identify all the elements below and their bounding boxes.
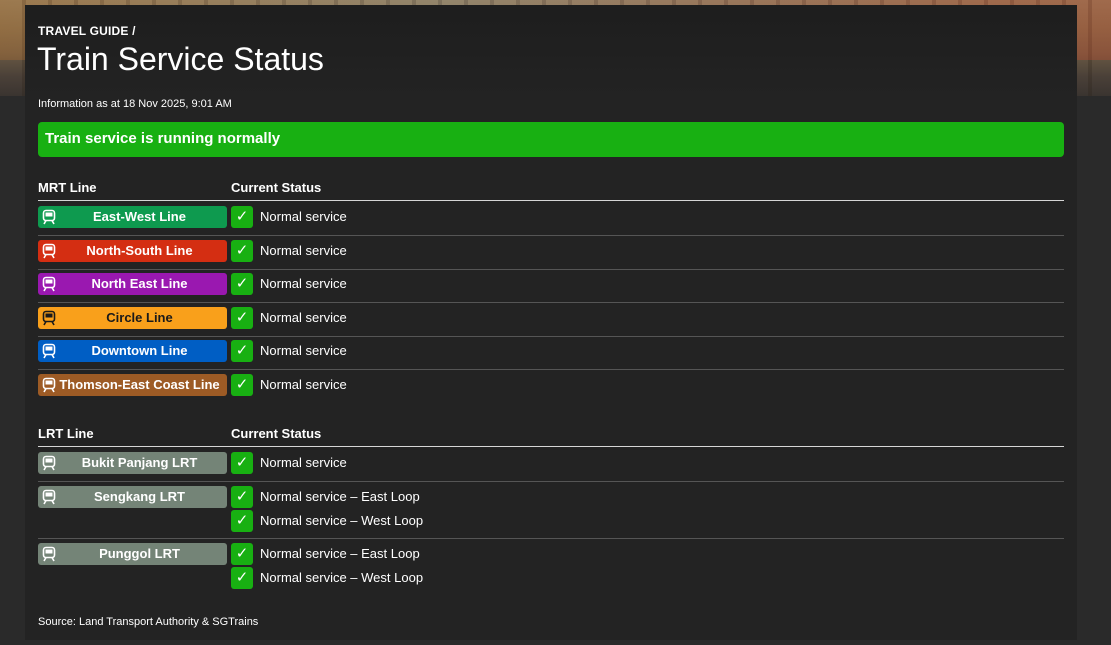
line-name: Bukit Panjang LRT	[81, 455, 198, 470]
mrt-row-east-west-line: East-West Line ✓ Normal service	[38, 202, 1064, 236]
mrt-row-circle-line: Circle Line ✓ Normal service	[38, 303, 1064, 337]
check-icon: ✓	[231, 567, 253, 589]
info-timestamp: Information as at 18 Nov 2025, 9:01 AM	[38, 98, 232, 110]
check-icon: ✓	[231, 273, 253, 295]
lrt-table-header: LRT Line Current Status	[38, 426, 1064, 447]
check-icon: ✓	[231, 510, 253, 532]
status-text: Normal service – West Loop	[260, 513, 424, 528]
line-name: North East Line	[91, 276, 188, 291]
train-icon	[41, 546, 57, 562]
train-icon	[41, 243, 57, 259]
status-text: Normal service	[260, 209, 347, 224]
breadcrumb[interactable]: TRAVEL GUIDE /	[38, 24, 136, 38]
line-name: Thomson-East Coast Line	[59, 376, 220, 392]
line-name: North-South Line	[86, 242, 193, 258]
train-icon	[41, 276, 57, 292]
check-icon: ✓	[231, 452, 253, 474]
status-text: Normal service	[260, 309, 347, 325]
line-badge-bukit-panjang-lrt[interactable]: Bukit Panjang LRT	[38, 452, 227, 474]
page-title: Train Service Status	[37, 41, 324, 77]
line-badge-punggol-lrt[interactable]: Punggol LRT	[38, 543, 227, 565]
check-icon: ✓	[231, 486, 253, 508]
line-badge-north-east-line[interactable]: North East Line	[38, 273, 227, 295]
status-text: Normal service – East Loop	[260, 546, 420, 561]
lrt-row-punggol-lrt: Punggol LRT ✓ Normal service – East Loop ✓ N…	[38, 539, 1064, 596]
train-icon	[41, 343, 57, 359]
line-name: East-West Line	[93, 209, 186, 224]
status-text: Normal service	[260, 242, 347, 258]
mrt-row-north-east-line: North East Line ✓ Normal service	[38, 269, 1064, 303]
line-badge-downtown-line[interactable]: Downtown Line	[38, 340, 227, 362]
check-icon: ✓	[231, 543, 253, 565]
status-panel: TRAVEL GUIDE / Train Service Status Info…	[25, 5, 1077, 640]
line-badge-thomson-east-coast-line[interactable]: Thomson-East Coast Line	[38, 373, 227, 396]
mrt-status-column-header: Current Status	[231, 180, 322, 195]
line-badge-circle-line[interactable]: Circle Line	[38, 306, 227, 329]
check-icon: ✓	[231, 239, 253, 262]
status-text: Normal service	[260, 276, 347, 291]
status-text: Normal service	[260, 343, 347, 358]
lrt-status-column-header: Current Status	[231, 426, 322, 441]
check-icon: ✓	[231, 340, 253, 362]
check-icon: ✓	[231, 373, 253, 396]
line-badge-east-west-line[interactable]: East-West Line	[38, 206, 227, 228]
status-text: Normal service	[260, 455, 347, 470]
train-icon	[41, 310, 57, 326]
mrt-row-downtown-line: Downtown Line ✓ Normal service	[38, 336, 1064, 370]
line-name: Downtown Line	[91, 343, 188, 358]
lrt-row-sengkang-lrt: Sengkang LRT ✓ Normal service – East Loop ✓…	[38, 482, 1064, 539]
line-badge-north-south-line[interactable]: North-South Line	[38, 239, 227, 262]
status-text: Normal service – East Loop	[260, 489, 420, 504]
line-name: Sengkang LRT	[93, 489, 185, 504]
mrt-row-north-south-line: North-South Line ✓ Normal service	[38, 236, 1064, 270]
train-icon	[41, 377, 57, 393]
source-credit: Source: Land Transport Authority & SGTra…	[38, 616, 259, 628]
overall-status-banner: Train service is running normally	[38, 122, 1064, 157]
mrt-row-thomson-east-coast-line: Thomson-East Coast Line ✓ Normal service	[38, 370, 1064, 404]
check-icon: ✓	[231, 206, 253, 228]
train-icon	[41, 209, 57, 225]
mrt-line-column-header: MRT Line	[38, 180, 97, 195]
status-text: Normal service	[260, 376, 347, 392]
status-text: Normal service – West Loop	[260, 570, 424, 585]
lrt-row-bukit-panjang-lrt: Bukit Panjang LRT ✓ Normal service	[38, 448, 1064, 482]
line-name: Circle Line	[106, 309, 173, 325]
lrt-line-column-header: LRT Line	[38, 426, 94, 441]
check-icon: ✓	[231, 306, 253, 329]
line-name: Punggol LRT	[99, 546, 180, 561]
mrt-table-header: MRT Line Current Status	[38, 180, 1064, 201]
train-icon	[41, 489, 57, 505]
line-badge-sengkang-lrt[interactable]: Sengkang LRT	[38, 486, 227, 508]
train-icon	[41, 455, 57, 471]
